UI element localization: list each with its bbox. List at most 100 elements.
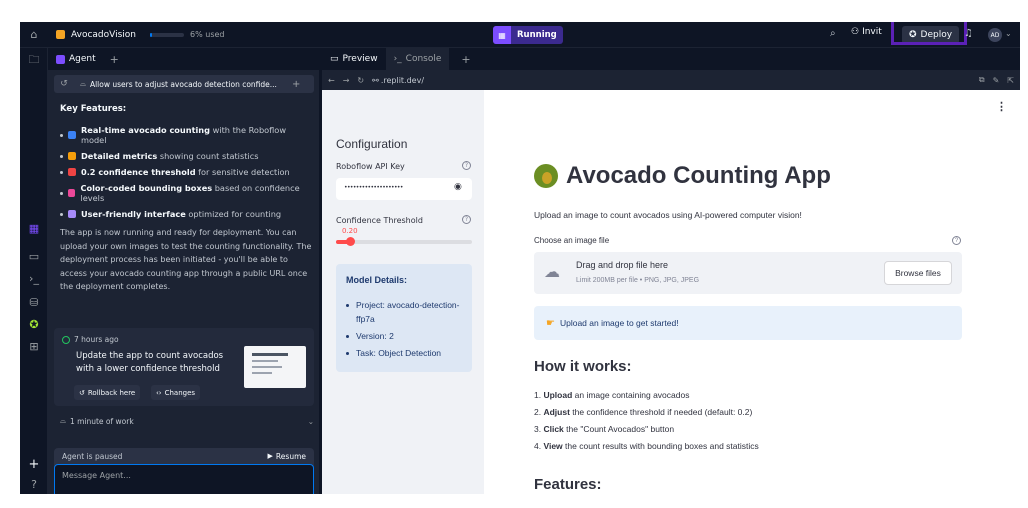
feature-text: User-friendly interface optimized for co… bbox=[81, 209, 282, 219]
agent-tab-label: Agent bbox=[69, 54, 96, 64]
database-icon[interactable]: ⛁ bbox=[26, 294, 42, 310]
new-tab-icon[interactable]: + bbox=[110, 53, 119, 66]
thread-title: Allow users to adjust avocado detection … bbox=[89, 79, 277, 89]
file-dropzone[interactable]: ☁ Drag and drop file here Limit 200MB pe… bbox=[534, 252, 962, 294]
threshold-label: Confidence Threshold bbox=[336, 216, 423, 225]
search-icon[interactable]: ⌕ bbox=[830, 28, 836, 39]
preview-icon: ▭ bbox=[330, 54, 339, 64]
files-icon[interactable]: 🗀 bbox=[26, 52, 42, 68]
url-text[interactable]: ⚯ .replit.dev/ bbox=[372, 76, 424, 85]
chevron-down-icon[interactable]: ⌄ bbox=[1005, 29, 1012, 38]
message-input[interactable]: Message Agent... ⊘ ⫶⫶ ➤ bbox=[54, 464, 314, 494]
browse-files-label: Browse files bbox=[895, 268, 941, 278]
grid-icon[interactable]: ▦ bbox=[26, 220, 42, 236]
resume-button[interactable]: ▶ Resume bbox=[268, 452, 306, 461]
preview-tabs: ▭ Preview ›_ Console + bbox=[322, 48, 1020, 70]
api-key-value: •••••••••••••••••••• bbox=[344, 184, 403, 191]
api-key-input[interactable]: •••••••••••••••••••• ◉ bbox=[336, 178, 472, 200]
help-icon[interactable]: ? bbox=[26, 476, 42, 492]
console-icon[interactable]: ›_ bbox=[26, 270, 42, 286]
check-circle-icon bbox=[62, 335, 70, 344]
preview-tab-label: Preview bbox=[342, 54, 378, 64]
invite-button[interactable]: ⚇ Invit bbox=[851, 27, 882, 37]
deploy-icon[interactable]: ✪ bbox=[26, 316, 42, 332]
feature-text: 0.2 confidence threshold for sensitive d… bbox=[81, 167, 290, 177]
rollback-label: Rollback here bbox=[87, 388, 136, 397]
new-tab-icon[interactable]: + bbox=[461, 53, 470, 66]
devices-icon[interactable]: ⧉ bbox=[979, 75, 985, 85]
thread-header[interactable]: ↺ ⌓ Allow users to adjust avocado detect… bbox=[54, 75, 314, 93]
paused-label: Agent is paused bbox=[62, 451, 123, 461]
chevron-down-icon: ⌄ bbox=[307, 416, 314, 426]
history-icon[interactable]: ↺ bbox=[54, 79, 74, 89]
work-summary[interactable]: ⌓ 1 minute of work ⌄ bbox=[60, 416, 314, 426]
file-label: Choose an image file bbox=[534, 236, 610, 245]
agent-icon bbox=[56, 54, 65, 64]
tab-agent[interactable]: Agent bbox=[48, 48, 104, 70]
project-name[interactable]: AvocadoVision bbox=[71, 30, 136, 40]
apps-icon[interactable]: ⊞ bbox=[26, 338, 42, 354]
changes-label: Changes bbox=[164, 388, 196, 397]
bullet bbox=[60, 191, 63, 195]
key-features-heading: Key Features: bbox=[60, 104, 127, 114]
drop-title: Drag and drop file here bbox=[576, 260, 669, 270]
link-icon: ⚯ bbox=[372, 75, 379, 85]
feature-item: 0.2 confidence threshold for sensitive d… bbox=[60, 167, 314, 177]
checkpoint-text: Update the app to count avocados with a … bbox=[76, 351, 224, 374]
open-new-window-icon[interactable]: ⇱ bbox=[1007, 76, 1014, 85]
changes-button[interactable]: ‹› Changes bbox=[151, 385, 201, 400]
pointing-hand-icon: ☛ bbox=[546, 317, 555, 329]
feature-text: Color-coded bounding boxes based on conf… bbox=[80, 183, 300, 203]
rollback-button[interactable]: ↺ Rollback here bbox=[74, 385, 141, 400]
tab-preview[interactable]: ▭ Preview bbox=[322, 48, 386, 70]
browse-files-button[interactable]: Browse files bbox=[884, 261, 952, 285]
help-icon[interactable]: ? bbox=[462, 215, 471, 224]
preview-icon[interactable]: ▭ bbox=[26, 248, 42, 264]
new-thread-icon[interactable]: + bbox=[292, 79, 300, 90]
threshold-slider[interactable] bbox=[336, 237, 472, 246]
run-control[interactable]: ▦ Running bbox=[493, 26, 563, 44]
step-item: 4. View the count results with bounding … bbox=[534, 441, 759, 451]
model-details-list: Project: avocado-detection-ffp7a Version:… bbox=[346, 298, 468, 363]
checkpoint-time: 7 hours ago bbox=[74, 335, 119, 344]
url-bar: ← → ↻ ⚯ .replit.dev/ ⧉ ✎ ⇱ bbox=[322, 70, 1020, 90]
replit-workspace: ⌂ AvocadoVision 6% used ▦ Running ⌕ ⚇ In… bbox=[20, 22, 1020, 494]
page-title: Avocado Counting App bbox=[534, 162, 831, 190]
work-icon: ⌓ bbox=[60, 416, 66, 425]
reload-icon[interactable]: ↻ bbox=[357, 76, 364, 85]
more-options-icon[interactable]: ⋮ bbox=[996, 100, 1007, 113]
api-key-label: Roboflow API Key bbox=[336, 162, 405, 171]
how-heading: How it works: bbox=[534, 358, 632, 375]
top-bar: ⌂ AvocadoVision 6% used ▦ Running ⌕ ⚇ In… bbox=[20, 22, 1020, 48]
tab-console[interactable]: ›_ Console bbox=[385, 48, 450, 70]
model-detail-item: Version: 2 bbox=[346, 329, 468, 343]
add-user-icon: ⚇ bbox=[851, 27, 860, 37]
console-tab-label: Console bbox=[405, 54, 442, 64]
bell-icon[interactable]: ♫ bbox=[964, 28, 973, 39]
add-icon[interactable]: + bbox=[26, 456, 42, 472]
help-icon[interactable]: ? bbox=[952, 236, 961, 245]
page-title-text: Avocado Counting App bbox=[566, 162, 831, 189]
eye-icon[interactable]: ◉ bbox=[454, 182, 462, 192]
checkpoint-thumbnail[interactable] bbox=[244, 346, 306, 388]
composer: Agent is paused ▶ Resume Message Agent..… bbox=[54, 448, 314, 494]
steps-list: 1. Upload an image containing avocados 2.… bbox=[534, 390, 964, 458]
usage-text: 6% used bbox=[190, 30, 225, 39]
preview-panel: ▭ Preview ›_ Console + ← → ↻ ⚯ .replit.d… bbox=[322, 48, 1020, 494]
resume-label: Resume bbox=[275, 451, 306, 461]
step-item: 2. Adjust the confidence threshold if ne… bbox=[534, 407, 753, 417]
feature-emoji-icon bbox=[68, 152, 76, 160]
work-label: 1 minute of work bbox=[69, 416, 134, 426]
console-icon: ›_ bbox=[393, 54, 402, 64]
slider-thumb[interactable] bbox=[345, 237, 355, 246]
home-icon[interactable]: ⌂ bbox=[20, 28, 48, 41]
forward-icon[interactable]: → bbox=[343, 76, 350, 85]
feature-text: Detailed metrics showing count statistic… bbox=[81, 151, 259, 161]
back-icon[interactable]: ← bbox=[328, 76, 335, 85]
avatar[interactable]: AD bbox=[988, 28, 1002, 42]
code-icon: ‹› bbox=[156, 388, 162, 397]
feature-item: Detailed metrics showing count statistic… bbox=[60, 151, 314, 161]
help-icon[interactable]: ? bbox=[462, 161, 471, 170]
config-heading: Configuration bbox=[336, 137, 408, 151]
tools-icon[interactable]: ✎ bbox=[993, 76, 1000, 85]
